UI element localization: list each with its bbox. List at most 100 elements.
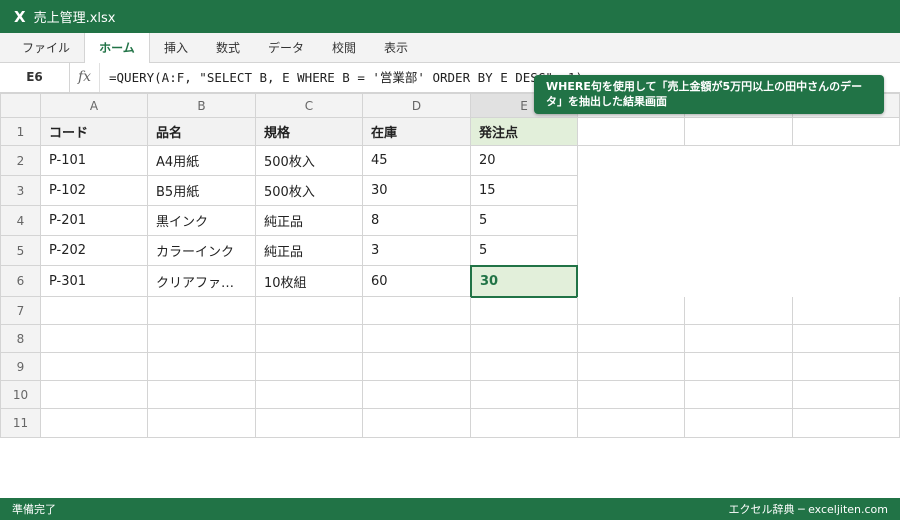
- cell[interactable]: 45: [363, 146, 471, 176]
- header-cell[interactable]: 発注点: [471, 118, 578, 146]
- cell[interactable]: 30: [363, 176, 471, 206]
- cell[interactable]: 3: [363, 236, 471, 266]
- cell[interactable]: [148, 409, 256, 438]
- cell[interactable]: [471, 381, 578, 409]
- cell[interactable]: [363, 297, 471, 325]
- cell[interactable]: 60: [363, 266, 471, 297]
- tab-review[interactable]: 校閲: [318, 33, 370, 63]
- column-header-a[interactable]: A: [41, 93, 148, 118]
- cell[interactable]: [685, 381, 793, 409]
- cell[interactable]: [148, 325, 256, 353]
- row-header[interactable]: 8: [0, 325, 41, 353]
- cell[interactable]: [793, 409, 900, 438]
- cell[interactable]: P-102: [41, 176, 148, 206]
- cell[interactable]: P-201: [41, 206, 148, 236]
- cell[interactable]: [41, 381, 148, 409]
- cell[interactable]: 10枚組: [256, 266, 363, 297]
- row-header[interactable]: 11: [0, 409, 41, 438]
- cell[interactable]: 5: [471, 236, 578, 266]
- row-header[interactable]: 1: [0, 118, 41, 146]
- name-box[interactable]: E6: [0, 63, 70, 92]
- cell[interactable]: クリアファ…: [148, 266, 256, 297]
- cell[interactable]: [685, 353, 793, 381]
- tab-view[interactable]: 表示: [370, 33, 422, 63]
- row-header[interactable]: 2: [0, 146, 41, 176]
- cell[interactable]: 黒インク: [148, 206, 256, 236]
- cell[interactable]: 15: [471, 176, 578, 206]
- caption-tooltip: WHERE句を使用して「売上金額が5万円以上の田中さんのデータ」を抽出した結果画…: [534, 75, 884, 114]
- select-all-corner[interactable]: [0, 93, 41, 118]
- fx-icon[interactable]: fx: [70, 63, 100, 92]
- cell[interactable]: [148, 297, 256, 325]
- cell[interactable]: [578, 353, 685, 381]
- cell[interactable]: 20: [471, 146, 578, 176]
- cell[interactable]: [256, 325, 363, 353]
- cell[interactable]: 8: [363, 206, 471, 236]
- formula-input[interactable]: =QUERY(A:F, "SELECT B, E WHERE B = '営業部'…: [109, 63, 583, 92]
- cell[interactable]: [256, 381, 363, 409]
- cell[interactable]: P-301: [41, 266, 148, 297]
- cell[interactable]: 純正品: [256, 236, 363, 266]
- cell[interactable]: [41, 353, 148, 381]
- header-cell[interactable]: 在庫: [363, 118, 471, 146]
- cell[interactable]: [793, 297, 900, 325]
- row-header[interactable]: 7: [0, 297, 41, 325]
- row-header[interactable]: 6: [0, 266, 41, 297]
- cell[interactable]: [685, 409, 793, 438]
- cell[interactable]: 500枚入: [256, 176, 363, 206]
- row-header[interactable]: 3: [0, 176, 41, 206]
- selected-cell[interactable]: 30: [470, 265, 578, 298]
- tab-formulas[interactable]: 数式: [202, 33, 254, 63]
- header-cell[interactable]: 規格: [256, 118, 363, 146]
- cell[interactable]: [578, 409, 685, 438]
- cell[interactable]: [793, 381, 900, 409]
- row-header[interactable]: 4: [0, 206, 41, 236]
- cell[interactable]: [41, 297, 148, 325]
- cell[interactable]: [471, 409, 578, 438]
- header-cell[interactable]: 品名: [148, 118, 256, 146]
- cell[interactable]: [256, 353, 363, 381]
- cell[interactable]: [256, 409, 363, 438]
- cell[interactable]: [578, 381, 685, 409]
- cell[interactable]: [685, 325, 793, 353]
- tab-home[interactable]: ホーム: [84, 33, 150, 64]
- cell[interactable]: 純正品: [256, 206, 363, 236]
- cell[interactable]: [471, 325, 578, 353]
- cell[interactable]: [578, 118, 685, 146]
- cell[interactable]: [578, 325, 685, 353]
- tab-file[interactable]: ファイル: [8, 33, 84, 63]
- tab-insert[interactable]: 挿入: [150, 33, 202, 63]
- row-header[interactable]: 9: [0, 353, 41, 381]
- cell[interactable]: P-101: [41, 146, 148, 176]
- cell[interactable]: P-202: [41, 236, 148, 266]
- column-header-c[interactable]: C: [256, 93, 363, 118]
- header-cell[interactable]: コード: [41, 118, 148, 146]
- cell[interactable]: [41, 409, 148, 438]
- cell[interactable]: [41, 325, 148, 353]
- cell[interactable]: [578, 297, 685, 325]
- cell[interactable]: 5: [471, 206, 578, 236]
- cell[interactable]: A4用紙: [148, 146, 256, 176]
- cell[interactable]: [363, 381, 471, 409]
- cell[interactable]: [793, 325, 900, 353]
- cell[interactable]: [148, 381, 256, 409]
- cell[interactable]: [363, 325, 471, 353]
- column-header-d[interactable]: D: [363, 93, 471, 118]
- cell[interactable]: [685, 297, 793, 325]
- cell[interactable]: [471, 297, 578, 325]
- cell[interactable]: カラーインク: [148, 236, 256, 266]
- row-header[interactable]: 10: [0, 381, 41, 409]
- tab-data[interactable]: データ: [254, 33, 318, 63]
- cell[interactable]: [471, 353, 578, 381]
- cell[interactable]: [793, 353, 900, 381]
- cell[interactable]: [148, 353, 256, 381]
- cell[interactable]: [793, 118, 900, 146]
- cell[interactable]: B5用紙: [148, 176, 256, 206]
- cell[interactable]: [363, 409, 471, 438]
- row-header[interactable]: 5: [0, 236, 41, 266]
- column-header-b[interactable]: B: [148, 93, 256, 118]
- cell[interactable]: [363, 353, 471, 381]
- cell[interactable]: [256, 297, 363, 325]
- cell[interactable]: [685, 118, 793, 146]
- cell[interactable]: 500枚入: [256, 146, 363, 176]
